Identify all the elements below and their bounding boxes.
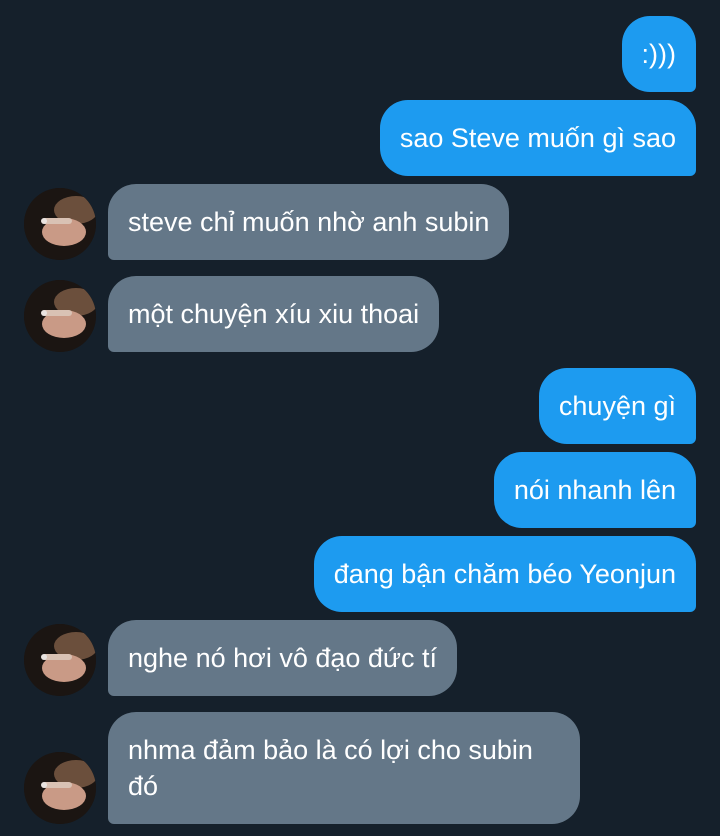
incoming-message[interactable]: một chuyện xíu xiu thoai (108, 276, 440, 352)
message-text: nói nhanh lên (513, 475, 676, 505)
outgoing-message[interactable]: chuyện gì (538, 368, 696, 444)
outgoing-message[interactable]: nói nhanh lên (493, 452, 696, 528)
message-text: sao Steve muốn gì sao (399, 123, 676, 153)
outgoing-message[interactable]: sao Steve muốn gì sao (379, 100, 696, 176)
contact-avatar[interactable] (24, 624, 96, 696)
outgoing-message[interactable]: :))) (621, 16, 696, 92)
incoming-message[interactable]: nhma đảm bảo là có lợi cho subin đó (108, 712, 580, 824)
message-text: :))) (641, 39, 676, 69)
message-text: đang bận chăm béo Yeonjun (333, 559, 676, 589)
incoming-message[interactable]: steve chỉ muốn nhờ anh subin (108, 184, 510, 260)
outgoing-message[interactable]: đang bận chăm béo Yeonjun (313, 536, 696, 612)
contact-avatar[interactable] (24, 280, 96, 352)
contact-avatar[interactable] (24, 188, 96, 260)
message-text: nhma đảm bảo là có lợi cho subin đó (128, 735, 533, 801)
message-text: một chuyện xíu xiu thoai (128, 299, 420, 329)
incoming-message[interactable]: nghe nó hơi vô đạo đức tí (108, 620, 457, 696)
message-text: chuyện gì (558, 391, 676, 421)
contact-avatar[interactable] (24, 752, 96, 824)
message-text: nghe nó hơi vô đạo đức tí (128, 643, 437, 673)
message-text: steve chỉ muốn nhờ anh subin (128, 207, 490, 237)
